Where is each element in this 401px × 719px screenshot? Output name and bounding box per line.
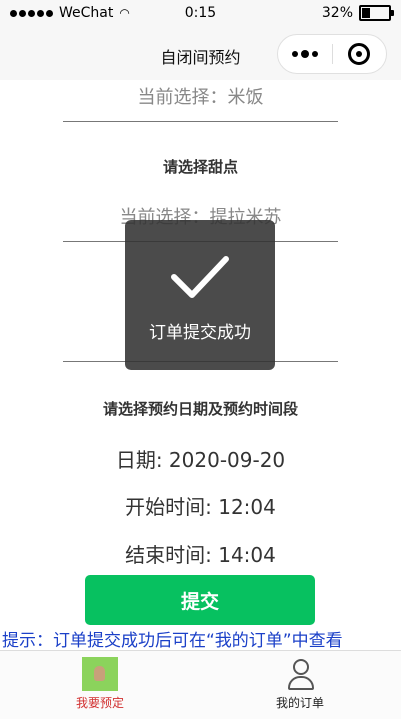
tab-book-label: 我要预定 — [75, 696, 124, 710]
menu-capsule — [277, 34, 387, 74]
tab-book[interactable]: 我要预定 — [40, 655, 160, 711]
battery-group: 32% — [321, 5, 394, 21]
more-dot-icon — [300, 49, 309, 58]
battery-icon — [359, 5, 394, 21]
status-bar: WeChat ◠ 0:15 32% — [0, 0, 401, 28]
checkmark-icon — [171, 256, 229, 298]
main-dish-picker[interactable]: 当前选择：米饭 — [63, 83, 338, 122]
submit-button[interactable]: 提交 — [85, 575, 315, 625]
hand-icon — [82, 657, 118, 691]
more-button[interactable] — [278, 49, 332, 58]
close-button[interactable] — [333, 43, 387, 65]
dessert-section-title: 请选择甜点 — [162, 158, 238, 176]
close-target-icon — [348, 43, 371, 65]
date-section-title: 请选择预约日期及预约时间段 — [102, 400, 298, 418]
battery-percent: 32% — [321, 5, 353, 21]
date-picker[interactable]: 日期: 2020-09-20 — [0, 444, 401, 473]
navigation-bar: 自闭间预约 — [0, 28, 401, 80]
tab-my-orders[interactable]: 我的订单 — [240, 655, 360, 711]
success-toast: 订单提交成功 — [125, 220, 275, 370]
more-dot-icon — [311, 50, 318, 57]
tab-bar: 我要预定 我的订单 — [0, 650, 401, 719]
start-time-picker[interactable]: 开始时间: 12:04 — [0, 491, 401, 520]
more-dot-icon — [291, 50, 298, 57]
user-icon — [282, 657, 318, 691]
hint-text: 提示：订单提交成功后可在“我的订单”中查看 — [2, 631, 343, 651]
toast-message: 订单提交成功 — [149, 323, 251, 343]
tab-my-orders-label: 我的订单 — [275, 696, 324, 710]
end-time-picker[interactable]: 结束时间: 14:04 — [0, 539, 401, 568]
